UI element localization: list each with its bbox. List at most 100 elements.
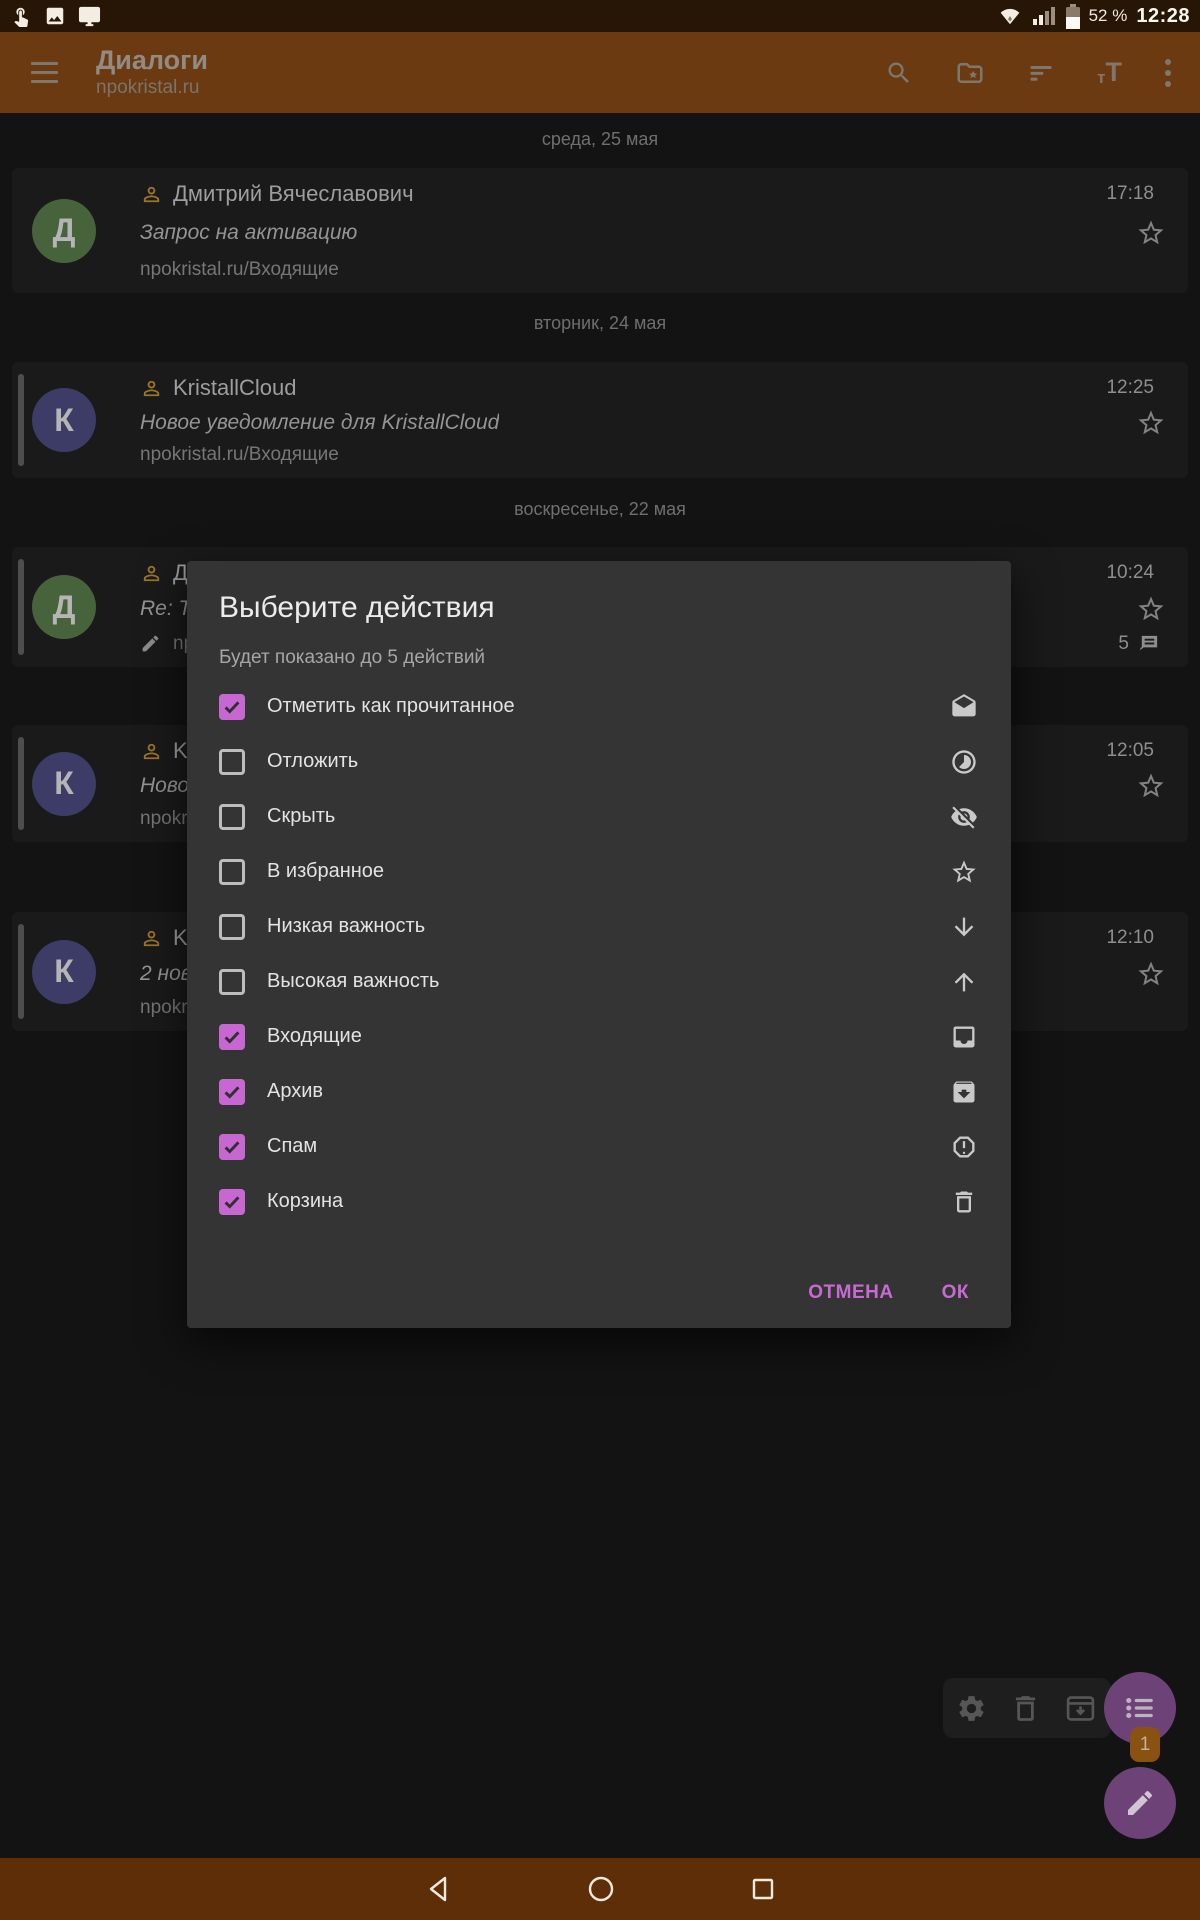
person-icon — [140, 740, 163, 763]
checkbox[interactable] — [219, 694, 245, 720]
sender-name: Дмитрий Вячеславович — [173, 181, 414, 207]
checkbox[interactable] — [219, 914, 245, 940]
status-clock: 12:28 — [1136, 5, 1190, 28]
system-nav-bar — [0, 1858, 1200, 1920]
checkbox[interactable] — [219, 1189, 245, 1215]
app-bar: Диалоги npokristal.ru тT — [0, 32, 1200, 113]
notification-icons — [10, 5, 101, 28]
draft-pencil-icon — [140, 633, 161, 654]
menu-icon[interactable] — [24, 53, 64, 93]
action-row-high-importance[interactable]: Высокая важность — [187, 954, 1011, 1009]
drafts-icon — [950, 693, 978, 721]
search-icon[interactable] — [885, 59, 913, 87]
visibility-off-icon — [950, 803, 978, 831]
avatar: К — [32, 940, 96, 1004]
email-row[interactable]: К KristallCloud 12:25 Новое уведомление … — [12, 362, 1188, 478]
action-row-inbox[interactable]: Входящие — [187, 1009, 1011, 1064]
avatar: Д — [32, 575, 96, 639]
archive-icon[interactable] — [1063, 1691, 1098, 1726]
home-button[interactable] — [584, 1872, 618, 1906]
overflow-menu-icon[interactable] — [1164, 58, 1172, 88]
wifi-icon — [998, 5, 1022, 27]
archive-icon — [950, 1078, 978, 1106]
selection-count-badge: 1 — [1130, 1727, 1160, 1762]
screen: 52 % 12:28 Диалоги npokristal.ru — [0, 0, 1200, 1920]
star-icon[interactable] — [1136, 959, 1166, 989]
person-icon — [140, 562, 163, 585]
checkbox[interactable] — [219, 1024, 245, 1050]
checkbox[interactable] — [219, 859, 245, 885]
checkbox[interactable] — [219, 749, 245, 775]
unread-indicator — [18, 559, 24, 655]
battery-icon — [1066, 4, 1080, 29]
email-time: 10:24 — [1106, 562, 1166, 584]
sort-icon[interactable] — [1027, 59, 1055, 87]
email-time: 17:18 — [1106, 183, 1166, 205]
report-icon — [950, 1133, 978, 1161]
date-header: воскресенье, 22 мая — [0, 499, 1200, 520]
account-folder: npokristal.ru/Входящие — [140, 444, 339, 466]
back-button[interactable] — [422, 1872, 456, 1906]
action-row-snooze[interactable]: Отложить — [187, 734, 1011, 789]
unread-indicator — [18, 737, 24, 830]
sender-name: KristallCloud — [173, 375, 297, 401]
action-row-mark-read[interactable]: Отметить как прочитанное — [187, 679, 1011, 734]
email-subject: Запрос на активацию — [140, 221, 357, 245]
delete-icon[interactable] — [1009, 1692, 1042, 1725]
email-time: 12:05 — [1106, 740, 1166, 762]
inbox-icon — [950, 1023, 978, 1051]
selection-toolbar — [943, 1678, 1111, 1738]
settings-gear-icon[interactable] — [956, 1693, 987, 1724]
action-row-trash[interactable]: Корзина — [187, 1174, 1011, 1229]
avatar: К — [32, 752, 96, 816]
chat-icon — [1137, 632, 1160, 655]
arrow-up-icon — [950, 968, 978, 996]
person-icon — [140, 183, 163, 206]
signal-icon — [1031, 5, 1057, 27]
unread-indicator — [18, 374, 24, 466]
message-count: 5 — [1118, 632, 1166, 655]
action-row-spam[interactable]: Спам — [187, 1119, 1011, 1174]
text-size-icon[interactable]: тT — [1097, 59, 1122, 86]
ok-button[interactable]: ОК — [942, 1282, 969, 1304]
page-title: Диалоги — [96, 46, 208, 76]
checkbox[interactable] — [219, 804, 245, 830]
action-row-low-importance[interactable]: Низкая важность — [187, 899, 1011, 954]
checkbox[interactable] — [219, 969, 245, 995]
person-icon — [140, 377, 163, 400]
action-row-archive[interactable]: Архив — [187, 1064, 1011, 1119]
list-icon — [1122, 1690, 1158, 1726]
account-subtitle: npokristal.ru — [96, 78, 208, 99]
display-icon — [78, 5, 101, 28]
email-time: 12:10 — [1106, 927, 1166, 949]
checkbox[interactable] — [219, 1079, 245, 1105]
avatar: К — [32, 388, 96, 452]
unread-indicator — [18, 924, 24, 1019]
dialog-title: Выберите действия — [219, 591, 979, 625]
star-icon[interactable] — [1136, 408, 1166, 438]
action-row-favorite[interactable]: В избранное — [187, 844, 1011, 899]
star-icon[interactable] — [1136, 771, 1166, 801]
dialog-subtitle: Будет показано до 5 действий — [219, 647, 979, 669]
date-header: вторник, 24 мая — [0, 313, 1200, 334]
star-icon — [950, 858, 978, 886]
email-subject: Новое уведомление для KristallCloud — [140, 411, 499, 435]
compose-fab[interactable] — [1104, 1767, 1176, 1839]
status-bar: 52 % 12:28 — [0, 0, 1200, 32]
star-icon[interactable] — [1136, 594, 1166, 624]
choose-actions-dialog: Выберите действия Будет показано до 5 де… — [187, 561, 1011, 1328]
battery-percent: 52 % — [1089, 6, 1128, 26]
folder-special-icon[interactable] — [955, 58, 985, 88]
date-header: среда, 25 мая — [0, 129, 1200, 150]
pencil-icon — [1124, 1787, 1156, 1819]
avatar: Д — [32, 199, 96, 263]
email-row[interactable]: Д Дмитрий Вячеславович 17:18 Запрос на а… — [12, 168, 1188, 293]
cancel-button[interactable]: ОТМЕНА — [808, 1282, 893, 1304]
account-folder: npokristal.ru/Входящие — [140, 259, 339, 281]
checkbox[interactable] — [219, 1134, 245, 1160]
person-icon — [140, 927, 163, 950]
email-time: 12:25 — [1106, 377, 1166, 399]
recents-button[interactable] — [746, 1872, 780, 1906]
star-icon[interactable] — [1136, 218, 1166, 248]
action-row-hide[interactable]: Скрыть — [187, 789, 1011, 844]
